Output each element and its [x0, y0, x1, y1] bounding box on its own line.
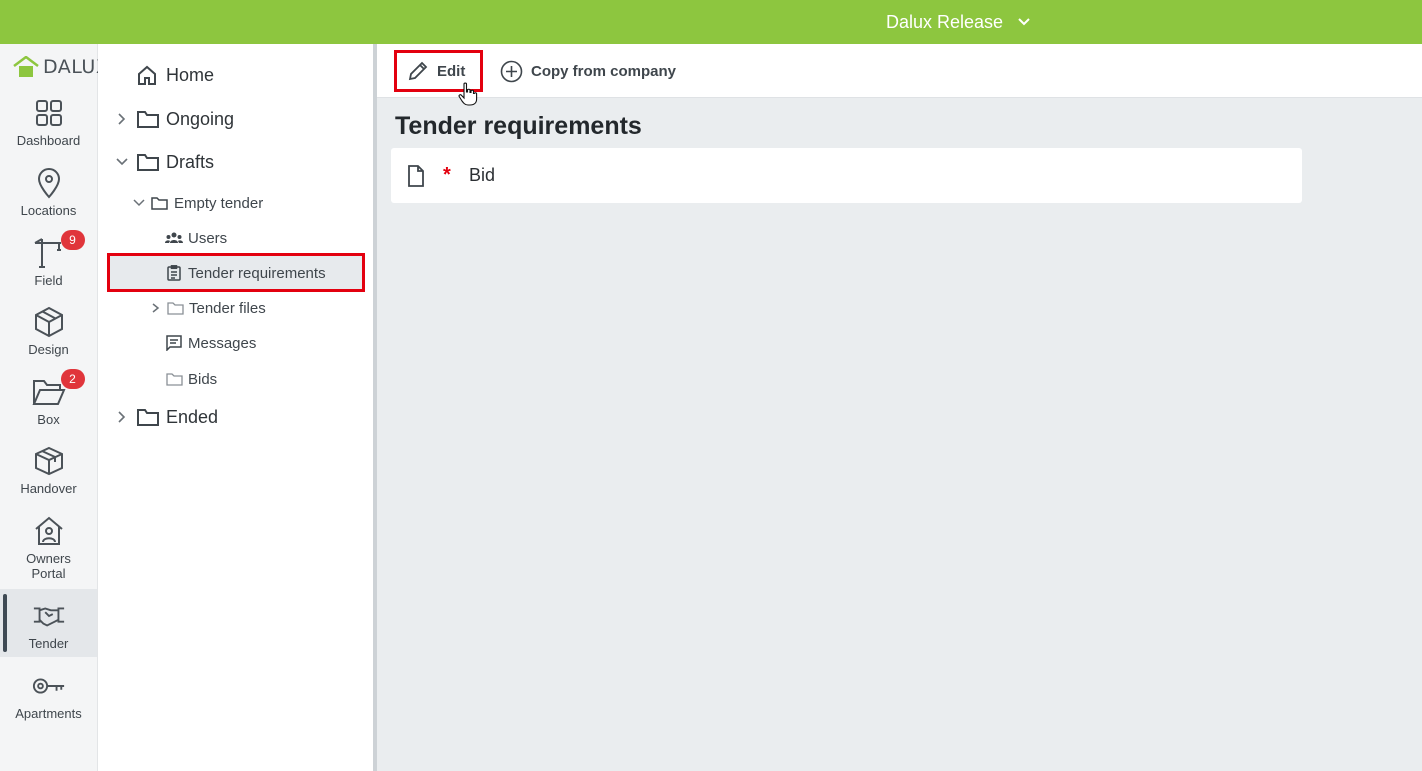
rail-item-dashboard[interactable]: Dashboard: [0, 96, 97, 156]
tree-label: Tender files: [189, 299, 266, 317]
copy-from-company-button[interactable]: Copy from company: [500, 44, 676, 98]
tree-item-ongoing[interactable]: Ongoing: [116, 106, 234, 132]
home-icon: [138, 65, 156, 85]
rail-item-tender[interactable]: Tender: [0, 589, 97, 657]
crane-icon: 9: [32, 230, 85, 270]
tree-label: Users: [188, 229, 228, 247]
tree-item-tender-requirements[interactable]: Tender requirements: [167, 262, 326, 284]
tree-label: Tender requirements: [188, 264, 326, 282]
folder-icon: [166, 372, 183, 386]
project-name: Dalux Release: [886, 11, 1004, 32]
edit-label: Edit: [437, 62, 466, 80]
app-rail: DALUX Dashboard Locations 9 Field Design…: [0, 44, 109, 771]
page-title: Tender requirements: [395, 112, 642, 140]
chevron-right-icon[interactable]: [116, 112, 128, 126]
location-pin-icon: [32, 166, 66, 200]
rail-item-locations[interactable]: Locations: [0, 166, 97, 226]
rail-label: Locations: [20, 203, 77, 218]
tree-label: Messages: [188, 334, 257, 352]
tree-item-users[interactable]: Users: [165, 227, 227, 249]
clipboard-list-icon: [167, 265, 181, 281]
handshake-icon: [32, 599, 66, 633]
pencil-icon: [408, 61, 428, 81]
folder-icon: [137, 409, 159, 426]
dashboard-icon: [32, 96, 66, 130]
tree-item-bids[interactable]: Bids: [166, 368, 217, 390]
dalux-logo[interactable]: DALUX: [13, 56, 109, 78]
tree-label: Ended: [166, 406, 219, 427]
chevron-down-icon: [1018, 18, 1030, 26]
chevron-down-icon[interactable]: [133, 197, 145, 209]
toolbar: Edit Copy from company: [377, 44, 1422, 98]
rail-label: Dashboard: [16, 133, 81, 148]
house-user-icon: [32, 514, 66, 548]
tree-item-empty-tender[interactable]: Empty tender: [133, 192, 263, 214]
notification-badge: 9: [60, 230, 85, 250]
copy-label: Copy from company: [531, 62, 677, 80]
box-icon: [32, 444, 66, 478]
edit-button[interactable]: Edit: [407, 44, 465, 98]
plus-circle-icon: [500, 60, 523, 82]
rail-item-owners-portal[interactable]: Owners Portal: [0, 514, 97, 584]
dalux-house-icon: [13, 56, 39, 77]
rail-item-field[interactable]: 9 Field: [0, 230, 97, 296]
folder-icon: [137, 154, 159, 171]
folder-icon: [137, 111, 159, 128]
tree-item-home[interactable]: Home: [136, 63, 214, 87]
rail-item-design[interactable]: Design: [0, 305, 97, 365]
rail-label: Tender: [28, 636, 69, 651]
required-asterisk: *: [443, 164, 451, 186]
tree-label: Ongoing: [166, 108, 235, 129]
top-bar: Dalux Release: [0, 0, 1422, 44]
tree-label: Drafts: [166, 151, 215, 172]
notification-badge: 2: [60, 369, 85, 389]
chevron-right-icon[interactable]: [116, 410, 128, 424]
folder-icon: [151, 196, 168, 210]
rail-label: Owners Portal: [26, 551, 71, 581]
key-icon: [32, 669, 66, 703]
rail-label: Design: [28, 342, 69, 357]
tree-item-drafts[interactable]: Drafts: [116, 149, 214, 175]
tree-label: Bids: [188, 370, 218, 388]
message-icon: [166, 335, 182, 351]
tree-item-messages[interactable]: Messages: [166, 332, 256, 354]
cube-icon: [32, 305, 66, 339]
main-content: Edit Copy from company Tender requiremen…: [377, 44, 1422, 771]
tree-label: Home: [166, 64, 215, 85]
requirement-item[interactable]: * Bid: [391, 148, 1302, 203]
rail-label: Handover: [20, 481, 77, 496]
chevron-down-icon[interactable]: [116, 155, 128, 169]
rail-label: Apartments: [15, 706, 82, 721]
rail-item-box[interactable]: 2 Box: [0, 369, 97, 435]
rail-label: Field: [34, 273, 63, 288]
chevron-right-icon[interactable]: [150, 302, 162, 314]
tree-item-tender-files[interactable]: Tender files: [150, 297, 266, 319]
rail-item-handover[interactable]: Handover: [0, 444, 97, 504]
tree-label: Empty tender: [174, 194, 264, 212]
folder-icon: [167, 301, 184, 315]
hand-cursor-icon: [458, 82, 478, 106]
project-selector[interactable]: Dalux Release: [886, 0, 1031, 44]
rail-label: Box: [37, 412, 60, 427]
requirement-name: Bid: [469, 165, 496, 185]
users-icon: [165, 232, 183, 243]
tree-item-ended[interactable]: Ended: [116, 404, 218, 430]
folder-open-icon: 2: [31, 369, 85, 409]
rail-item-apartments[interactable]: Apartments: [0, 669, 97, 729]
document-icon: [408, 164, 424, 187]
